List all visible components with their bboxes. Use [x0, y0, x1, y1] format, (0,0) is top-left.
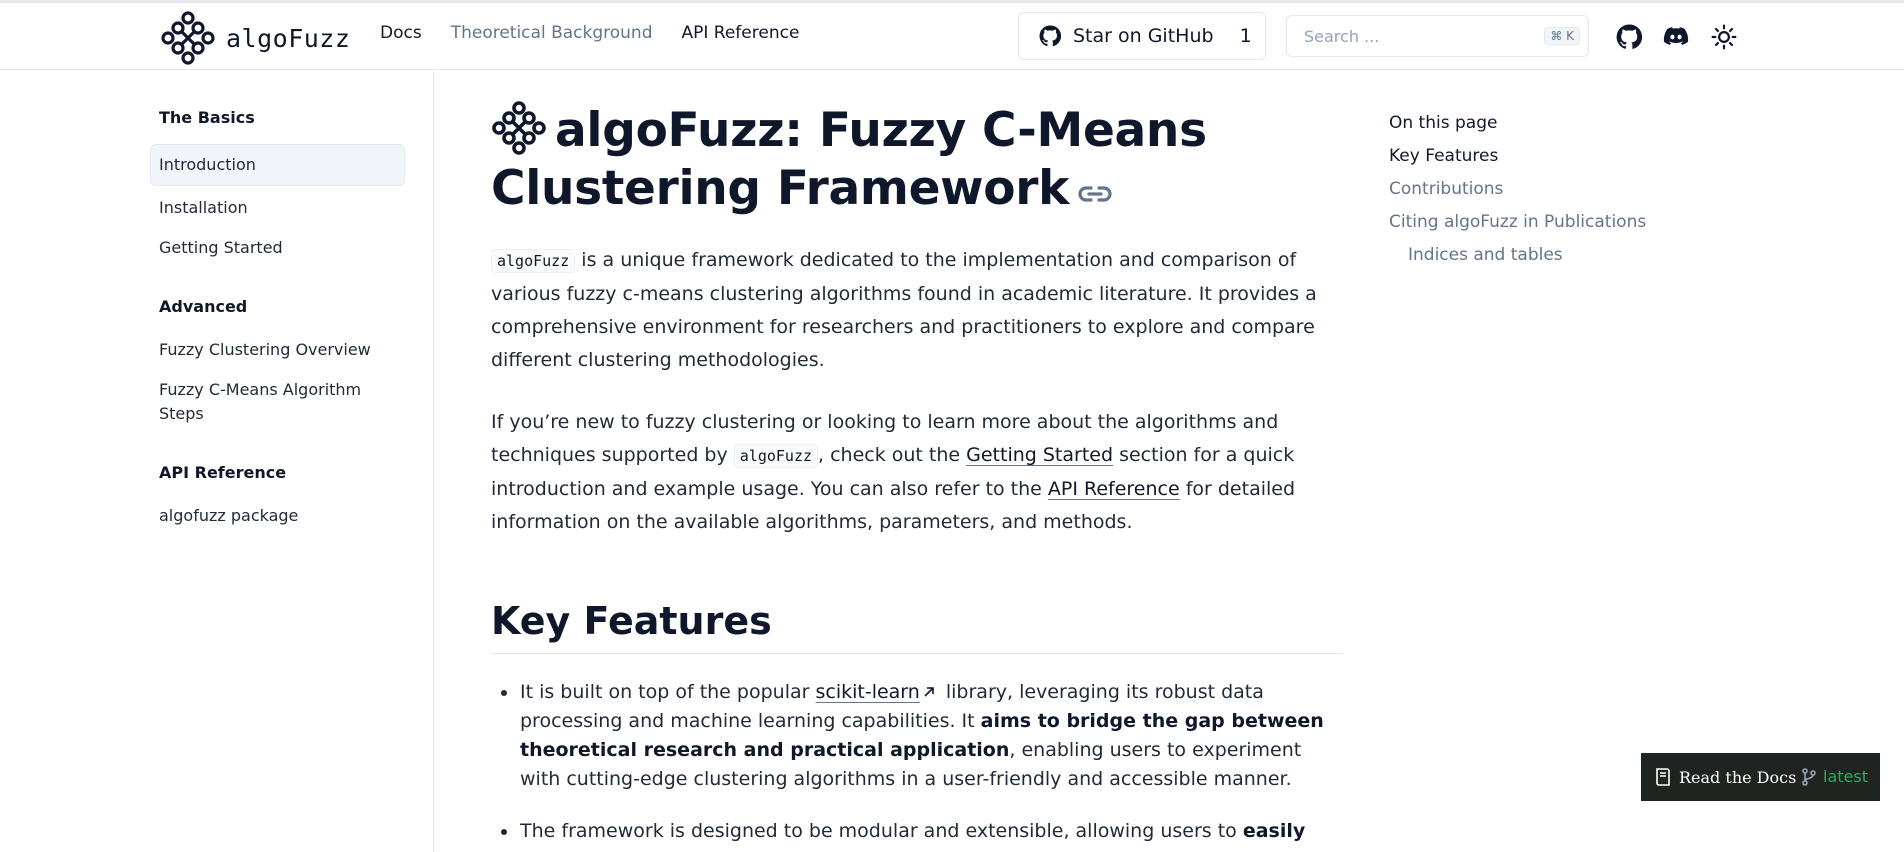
intro-paragraph: algoFuzz is a unique framework dedicated…: [491, 249, 1317, 371]
version-label: latest: [1823, 767, 1868, 786]
search-placeholder: Search ...: [1304, 26, 1380, 46]
logo-icon: [161, 11, 215, 65]
github-icon[interactable]: [1616, 24, 1642, 50]
github-star-count: 1: [1239, 25, 1252, 47]
book-icon: [1656, 768, 1670, 786]
sidebar-item-getting-started[interactable]: Getting Started: [150, 236, 405, 260]
logo[interactable]: algoFuzz: [160, 11, 350, 65]
toc-item-citing-algofuzz[interactable]: Citing algoFuzz in Publications: [1389, 206, 1689, 239]
sidebar-item-fuzzy-c-means-algorithm-steps[interactable]: Fuzzy C-Means Algorithm Steps: [150, 378, 405, 426]
list-item: The framework is designed to be modular …: [519, 817, 1343, 846]
on-this-page-toc: On this page Key Features Contributions …: [1389, 107, 1689, 272]
nav-theoretical-background[interactable]: Theoretical Background: [451, 23, 653, 43]
sidebar-item-algofuzz-package[interactable]: algofuzz package: [150, 504, 405, 528]
star-on-github-button[interactable]: Star on GitHub 1: [1018, 12, 1266, 60]
nav-api-reference[interactable]: API Reference: [682, 23, 800, 43]
page-title: algoFuzz: Fuzzy C-Means Clustering Frame…: [491, 100, 1343, 218]
sidebar-item-introduction[interactable]: Introduction: [150, 144, 405, 186]
key-features-heading: Key Features: [491, 599, 1343, 654]
star-on-github-label: Star on GitHub: [1073, 25, 1214, 47]
getting-started-link[interactable]: Getting Started: [966, 444, 1113, 466]
toc-heading: On this page: [1389, 113, 1498, 133]
list-item: It is built on top of the popular scikit…: [519, 678, 1343, 794]
external-link-icon: [924, 687, 934, 697]
toc-item-key-features[interactable]: Key Features: [1389, 140, 1689, 173]
main-content: algoFuzz: Fuzzy C-Means Clustering Frame…: [491, 100, 1343, 852]
search-input[interactable]: Search ... ⌘ K: [1286, 15, 1589, 57]
sun-icon[interactable]: [1711, 24, 1737, 50]
sidebar-section-the-basics: The Basics: [159, 108, 255, 127]
git-branch-icon: [1802, 767, 1816, 786]
inline-code: algoFuzz: [491, 249, 576, 273]
version-selector[interactable]: latest: [1801, 767, 1868, 786]
link-icon[interactable]: [1075, 180, 1115, 208]
read-the-docs-label: Read the Docs: [1679, 767, 1797, 787]
getting-started-paragraph: If you’re new to fuzzy clustering or loo…: [491, 411, 1296, 533]
logo-icon: [492, 101, 546, 155]
github-icon: [1039, 25, 1061, 47]
logo-text: algoFuzz: [226, 23, 351, 53]
inline-code: algoFuzz: [733, 444, 819, 468]
api-reference-link[interactable]: API Reference: [1048, 478, 1180, 500]
sidebar-divider: [433, 71, 434, 852]
discord-icon[interactable]: [1663, 24, 1689, 50]
sidebar-section-api-reference: API Reference: [159, 463, 287, 482]
sidebar-item-fuzzy-clustering-overview[interactable]: Fuzzy Clustering Overview: [150, 338, 405, 362]
search-shortcut: ⌘ K: [1544, 27, 1580, 45]
features-list: It is built on top of the popular scikit…: [519, 678, 1343, 846]
sidebar-item-installation[interactable]: Installation: [150, 196, 405, 220]
sidebar: The Basics Introduction Installation Get…: [150, 108, 405, 528]
nav-docs[interactable]: Docs: [380, 23, 422, 43]
sidebar-section-advanced: Advanced: [159, 297, 248, 316]
top-nav: Docs Theoretical Background API Referenc…: [380, 23, 799, 43]
read-the-docs-badge[interactable]: Read the Docs latest: [1641, 753, 1880, 801]
toc-item-indices-and-tables[interactable]: Indices and tables: [1389, 239, 1689, 272]
header: algoFuzz Docs Theoretical Background API…: [0, 3, 1904, 70]
scikit-learn-link[interactable]: scikit-learn: [815, 681, 919, 703]
toc-item-contributions[interactable]: Contributions: [1389, 173, 1689, 206]
